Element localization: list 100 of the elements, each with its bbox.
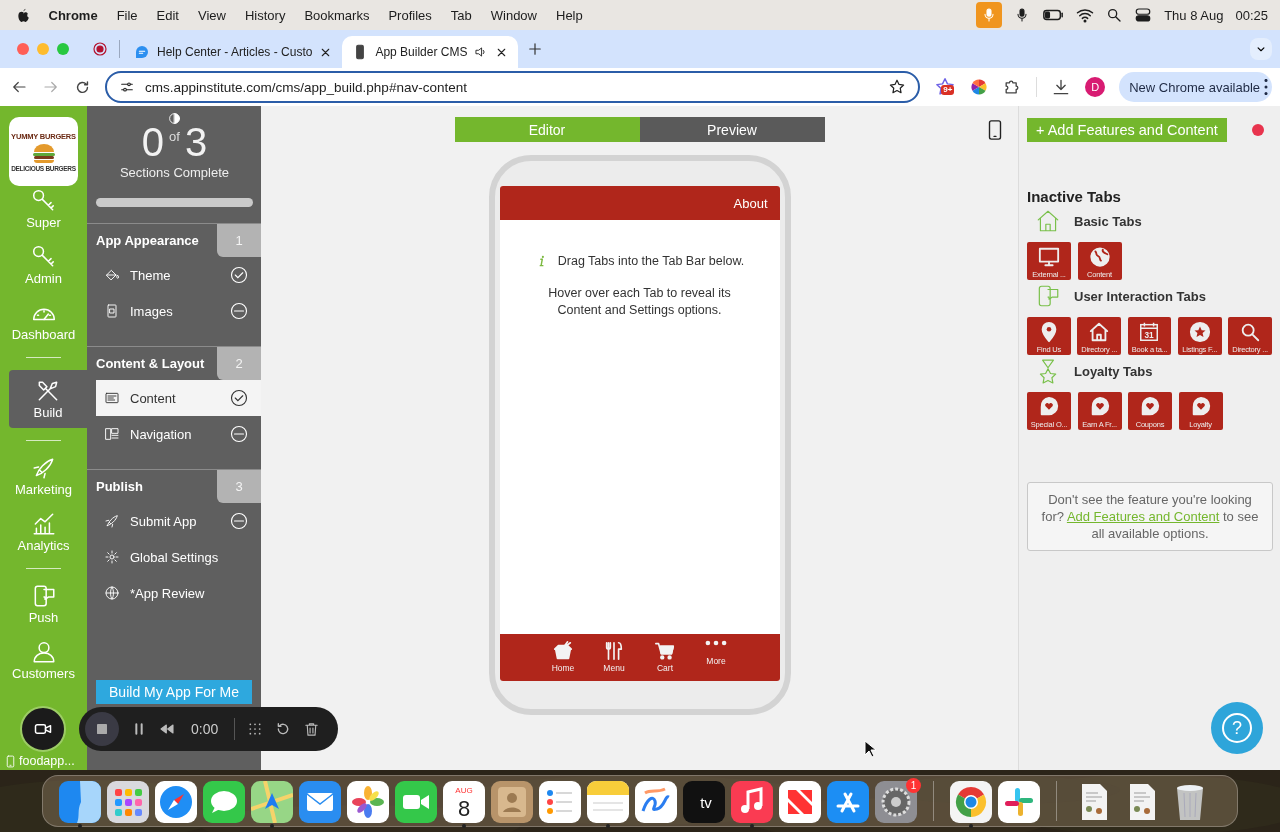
- record-tab-icon[interactable]: [91, 40, 109, 58]
- video-camera-icon[interactable]: [395, 781, 437, 823]
- contact-card-icon[interactable]: [491, 781, 533, 823]
- heart-bubble-icon: [1038, 396, 1060, 418]
- cursor-icon: [864, 740, 876, 758]
- music-note-icon[interactable]: [731, 781, 773, 823]
- menubar-item[interactable]: Edit: [147, 7, 189, 23]
- speech-bubble-icon[interactable]: [203, 781, 245, 823]
- nav-item[interactable]: Content: [96, 380, 261, 416]
- recording-time: 0:00: [191, 721, 219, 737]
- menubar-item[interactable]: Profiles: [378, 7, 442, 23]
- hint-text: Drag Tabs into the Tab Bar below.: [557, 254, 745, 268]
- menubar-item[interactable]: Window: [481, 7, 547, 23]
- group-title: Loyalty Tabs: [1074, 363, 1153, 379]
- group-title: Basic Tabs: [1074, 213, 1142, 229]
- section-title: Content & Layout: [95, 355, 206, 373]
- address-bar[interactable]: cms.appinstitute.com/cms/app_build.php#nav-content: [105, 71, 921, 103]
- card-icon: [104, 390, 120, 406]
- menubar-date: Thu 8 Aug: [1164, 7, 1224, 23]
- globe-icon: [104, 585, 120, 601]
- notification-badge: 9+: [941, 85, 955, 95]
- menu-icon: [1264, 79, 1268, 95]
- monitor-icon: [1038, 246, 1060, 268]
- mode-tab[interactable]: Preview: [639, 117, 825, 142]
- update-button[interactable]: New Chrome available: [1119, 72, 1272, 102]
- trash-icon[interactable]: [303, 720, 321, 738]
- nav-item[interactable]: Global Settings: [87, 539, 261, 575]
- step-number: 2: [217, 347, 261, 380]
- menubar-item[interactable]: View: [188, 7, 236, 23]
- color-wheel-icon[interactable]: [970, 78, 989, 96]
- rocket-icon: [104, 513, 120, 529]
- menubar-time: 00:25: [1235, 7, 1268, 23]
- section-heading: Inactive Tabs: [1027, 188, 1122, 205]
- tab-bar-item[interactable]: More: [700, 640, 732, 681]
- wifi-icon[interactable]: [1076, 6, 1095, 24]
- chat-bubble-icon: [134, 44, 150, 60]
- app-name: foodapp...: [0, 754, 87, 770]
- nav-item[interactable]: Navigation: [87, 416, 261, 452]
- step-number: 3: [217, 470, 261, 503]
- screen-title: About: [733, 195, 768, 211]
- calendar-icon: 31: [1138, 321, 1161, 343]
- tab-bar-item[interactable]: Home: [547, 640, 579, 681]
- stop-button[interactable]: [85, 712, 119, 746]
- completed-count: 0: [141, 121, 165, 163]
- map-icon[interactable]: [251, 781, 293, 823]
- browser-tab[interactable]: App Builder CMS: [342, 36, 519, 68]
- cutlery-icon: [603, 640, 625, 662]
- extension-icon[interactable]: [934, 76, 957, 98]
- envelope-icon[interactable]: [299, 781, 341, 823]
- cart-icon: [654, 640, 676, 662]
- app-store-icon[interactable]: [827, 781, 869, 823]
- pinwheel-icon[interactable]: [998, 781, 1040, 823]
- search-icon[interactable]: [1106, 7, 1123, 23]
- section-title: Publish: [95, 478, 144, 496]
- menubar-item[interactable]: Bookmarks: [294, 7, 379, 23]
- house-icon: [1088, 321, 1111, 343]
- step-number: 1: [217, 224, 261, 257]
- total-count: 3: [184, 121, 208, 163]
- scribble-icon[interactable]: [635, 781, 677, 823]
- section-title: App Appearance: [95, 232, 200, 250]
- menubar-item[interactable]: History: [235, 7, 295, 23]
- tab-bar-item[interactable]: Menu: [598, 640, 630, 681]
- calendar-icon[interactable]: AUG 8: [443, 781, 485, 823]
- grid-icon[interactable]: [107, 781, 149, 823]
- nav-item[interactable]: Submit App: [87, 503, 261, 539]
- compass-icon[interactable]: [155, 781, 197, 823]
- hint-text: Hover over each Tab to reveal its Content and Settings options.: [547, 285, 732, 319]
- reload-icon[interactable]: [74, 78, 91, 96]
- tab-bar-item[interactable]: Cart: [649, 640, 681, 681]
- menubar-item[interactable]: Help: [546, 7, 593, 23]
- more-icon: [705, 640, 727, 646]
- split-square-icon[interactable]: [59, 781, 101, 823]
- control-center-icon[interactable]: [1134, 6, 1153, 24]
- status-icon[interactable]: [168, 112, 181, 125]
- bookmark-star-icon[interactable]: [888, 78, 907, 96]
- nav-item[interactable]: Images: [87, 293, 261, 329]
- menubar-item[interactable]: Tab: [441, 7, 482, 23]
- menubar-item[interactable]: File: [107, 7, 148, 23]
- profile-avatar[interactable]: D: [1085, 77, 1106, 97]
- color-wheel-icon[interactable]: [950, 781, 992, 823]
- rewind-icon[interactable]: [159, 721, 175, 737]
- flower-icon[interactable]: [347, 781, 389, 823]
- notepad-icon[interactable]: [587, 781, 629, 823]
- tab-list-icon[interactable]: [1250, 38, 1272, 60]
- help-note: Don't see the feature you're looking for? Add Features and Content to see all available options.: [1027, 482, 1273, 551]
- browser-tab[interactable]: Help Center - Articles - Custo: [124, 36, 343, 68]
- nav-item[interactable]: *App Review: [87, 575, 261, 611]
- count-separator: of: [169, 129, 180, 144]
- food-box-icon: [552, 640, 574, 662]
- paint-bucket-icon: [104, 267, 120, 283]
- tv-icon[interactable]: tv: [683, 781, 725, 823]
- gear-icon[interactable]: [875, 781, 917, 823]
- search-icon: [1239, 321, 1262, 343]
- nav-item[interactable]: Theme: [87, 257, 261, 293]
- app-menu[interactable]: Chrome: [39, 7, 108, 23]
- notification-dot: [1252, 124, 1264, 136]
- gear-icon: [104, 549, 120, 565]
- checklist-icon[interactable]: [539, 781, 581, 823]
- rail-item[interactable]: Build: [9, 370, 87, 428]
- news-icon[interactable]: [779, 781, 821, 823]
